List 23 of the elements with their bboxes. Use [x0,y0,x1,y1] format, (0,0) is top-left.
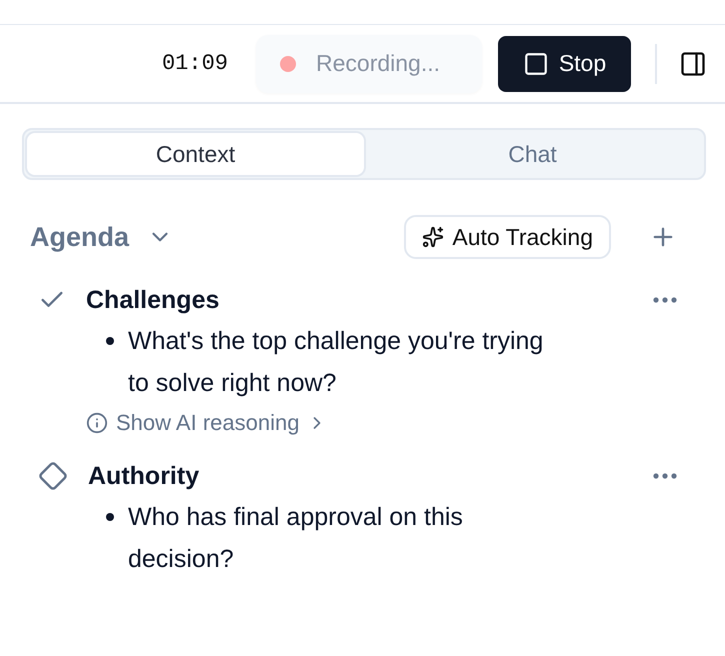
recording-label: Recording... [316,50,440,77]
panel-toggle-button[interactable] [679,50,707,78]
tab[interactable]: Context [27,133,364,175]
more-button[interactable] [653,297,677,303]
question-text: What's the top challenge you're trying to solve right now? [128,326,544,399]
question-text: Who has final approval on this decision? [128,502,464,575]
stop-button[interactable]: Stop [498,36,631,92]
bullet-icon [106,513,114,521]
auto-tracking-button[interactable]: Auto Tracking [404,215,611,259]
ellipsis-icon [653,473,677,479]
sparkles-icon [422,226,444,248]
square-icon [522,50,549,76]
tab[interactable]: Chat [364,133,701,175]
more-button[interactable] [653,473,677,479]
agenda-dropdown[interactable]: Agenda [30,222,174,252]
timer: 01:09 [162,51,228,76]
ellipsis-icon [653,297,677,303]
info-icon [86,412,108,434]
agenda-item-title: Authority [88,462,200,490]
agenda-item-title: Challenges [86,286,220,314]
panel-icon [679,50,707,78]
bullet-icon [106,337,114,345]
ai-reasoning-link[interactable]: Show AI reasoning [86,410,328,436]
